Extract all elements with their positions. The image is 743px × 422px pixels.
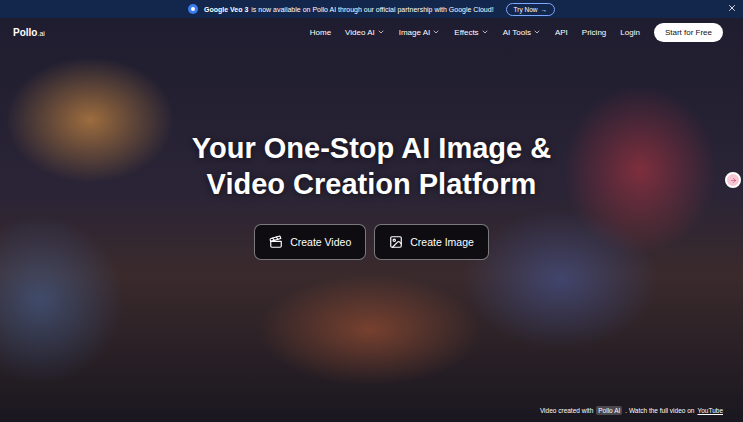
video-icon bbox=[269, 235, 283, 249]
hero-title: Your One-Stop AI Image &Video Creation P… bbox=[192, 130, 551, 202]
logo[interactable]: Pollo.ai bbox=[13, 27, 45, 38]
page: Google Veo 3is now available on Pollo AI… bbox=[0, 0, 743, 422]
start-button[interactable]: Start for Free bbox=[654, 23, 723, 42]
floating-widget-icon[interactable] bbox=[725, 172, 741, 188]
announcement-banner: Google Veo 3is now available on Pollo AI… bbox=[0, 0, 743, 18]
hero: Your One-Stop AI Image &Video Creation P… bbox=[0, 46, 743, 406]
nav-item[interactable]: Login bbox=[620, 28, 640, 37]
chevron-down-icon bbox=[533, 28, 541, 36]
chevron-down-icon bbox=[432, 28, 440, 36]
close-icon[interactable] bbox=[727, 3, 737, 13]
nav-item[interactable]: API bbox=[555, 28, 568, 37]
nav-item[interactable]: Home bbox=[310, 28, 331, 37]
caption-brand: Pollo AI bbox=[596, 406, 622, 415]
create-video-button[interactable]: Create Video bbox=[254, 224, 366, 260]
create-image-button[interactable]: Create Image bbox=[374, 224, 489, 260]
nav-list: Home Video AI Image AI Effects AI Tools API Pr… bbox=[310, 23, 723, 42]
try-now-button[interactable]: Try Now→ bbox=[506, 3, 555, 16]
nav-item[interactable]: Effects bbox=[454, 28, 488, 37]
nav-item[interactable]: AI Tools bbox=[503, 28, 541, 37]
youtube-link[interactable]: YouTube bbox=[697, 407, 723, 414]
video-caption: Video created withPollo AI. Watch the fu… bbox=[0, 406, 743, 422]
nav-item[interactable]: Video AI bbox=[345, 28, 385, 37]
hero-buttons: Create VideoCreate Image bbox=[254, 224, 489, 260]
nav-item[interactable]: Pricing bbox=[582, 28, 606, 37]
banner-text: Google Veo 3is now available on Pollo AI… bbox=[204, 6, 494, 13]
chevron-down-icon bbox=[377, 28, 385, 36]
nav-bar: Pollo.ai Home Video AI Image AI Effects AI To… bbox=[0, 18, 743, 46]
nav-item[interactable]: Image AI bbox=[399, 28, 441, 37]
chevron-down-icon bbox=[481, 28, 489, 36]
google-cloud-icon bbox=[188, 4, 198, 14]
image-icon bbox=[389, 235, 403, 249]
